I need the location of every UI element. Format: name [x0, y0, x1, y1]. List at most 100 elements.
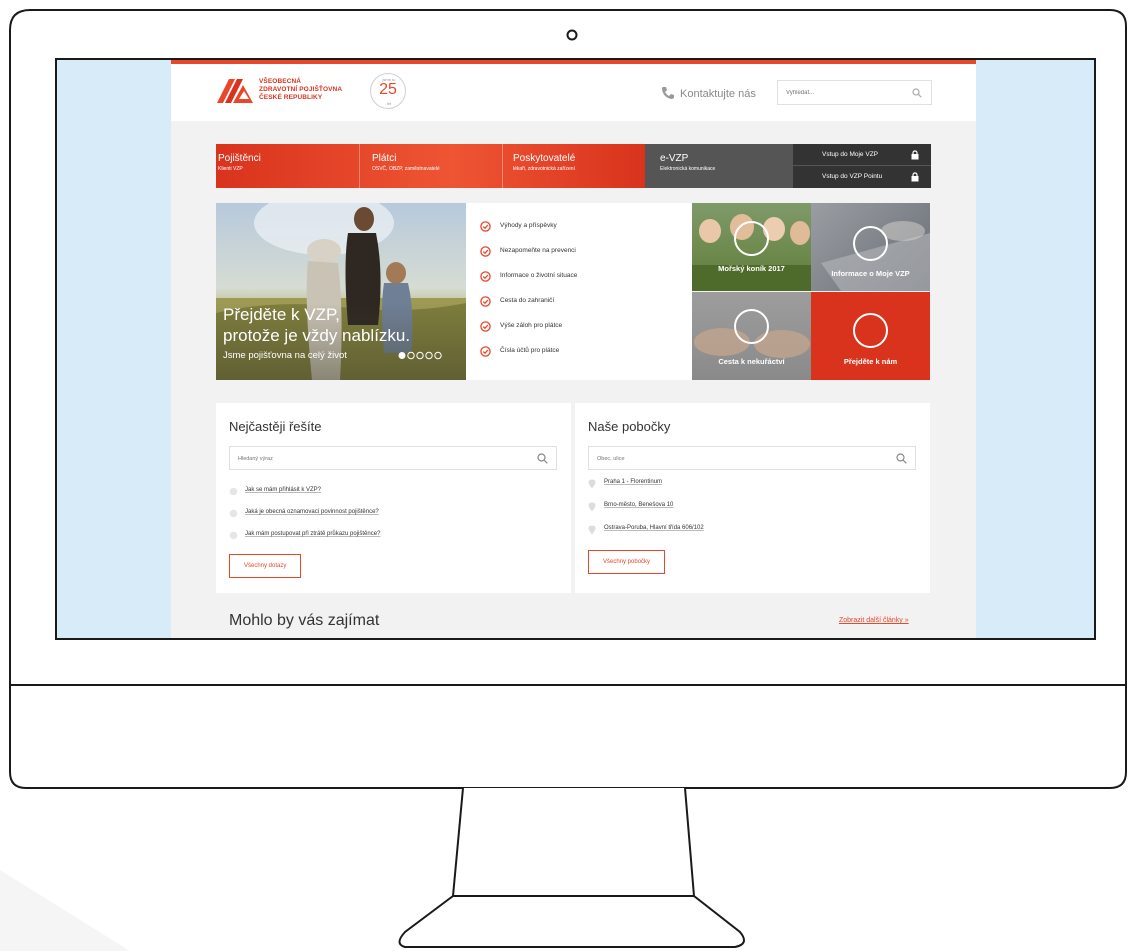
- tile-nekuractvi[interactable]: Cesta k nekuřáctví: [692, 292, 811, 380]
- faq-search-input[interactable]: [230, 448, 510, 470]
- all-branches-button[interactable]: Všechny pobočky: [588, 550, 666, 574]
- check-circle-icon: [480, 246, 491, 257]
- quick-link-label: Informace o životní situace: [500, 272, 578, 279]
- tile-caption: Přejděte k nám: [843, 357, 898, 366]
- logo-line: ČESKÉ REPUBLIKY: [259, 94, 323, 101]
- slider-dot: [434, 351, 442, 360]
- lock-icon: [911, 150, 919, 160]
- hero-slider[interactable]: Přejděte k VZP, protože je vždy nablízku…: [216, 203, 466, 380]
- articles-title: Mohlo by vás zajímat: [229, 612, 380, 629]
- nav-item-subtitle: Klienti VZP: [218, 166, 243, 172]
- nav-item-e-vzp[interactable]: e-VZP Elektronická komunikace: [645, 144, 793, 188]
- nav-item-title: Pojištěnci: [218, 153, 261, 164]
- promo-tiles: Mořský koník 2017 Informace o Moje VZP C…: [692, 203, 930, 380]
- no-smoking-icon: [734, 309, 769, 344]
- quick-link-label: Výše záloh pro plátce: [500, 322, 563, 329]
- question-circle-icon: [229, 509, 238, 518]
- seahorse-icon: [734, 221, 769, 256]
- branches-search: [588, 446, 916, 470]
- location-pin-icon: [588, 479, 596, 489]
- quick-link-label: Čísla účtů pro plátce: [500, 347, 560, 354]
- nav-item-pojistenci[interactable]: Pojištěnci Klienti VZP: [216, 144, 359, 188]
- slider-dot: [407, 351, 415, 360]
- more-articles-link[interactable]: Zobrazit další články »: [839, 617, 909, 624]
- location-pin-icon: [588, 525, 596, 535]
- check-circle-icon: [480, 296, 491, 307]
- site-header: VŠEOBECNÁ ZDRAVOTNÍ POJIŠŤOVNA ČESKÉ REP…: [171, 64, 976, 121]
- slider-dot: [416, 351, 424, 360]
- lock-icon: [911, 172, 919, 182]
- monitor-screen: VŠEOBECNÁ ZDRAVOTNÍ POJIŠŤOVNA ČESKÉ REP…: [57, 60, 1094, 638]
- nav-item-subtitle: lékaři, zdravotnická zařízení: [513, 166, 575, 172]
- question-circle-icon: [229, 531, 238, 540]
- branches-search-input[interactable]: [589, 448, 869, 470]
- check-circle-icon: [480, 271, 491, 282]
- tile-caption: Mořský koník 2017: [718, 264, 785, 273]
- tile-morsky-konik[interactable]: Mořský koník 2017: [692, 203, 811, 291]
- camera-icon: [566, 29, 578, 41]
- anniversary-badge: jsme tu 25 let: [370, 73, 406, 109]
- check-circle-icon: [480, 346, 491, 357]
- search-icon[interactable]: [896, 453, 907, 464]
- slider-dot: [425, 351, 433, 360]
- site-search: [777, 80, 932, 105]
- user-icon: [853, 226, 888, 261]
- search-icon[interactable]: [912, 88, 922, 98]
- nav-item-title: Poskytovatelé: [513, 153, 576, 164]
- login-vzp-point-button[interactable]: Vstup do VZP Pointu: [793, 166, 931, 188]
- webpage: VŠEOBECNÁ ZDRAVOTNÍ POJIŠŤOVNA ČESKÉ REP…: [171, 60, 976, 638]
- tile-caption: Informace o Moje VZP: [831, 269, 910, 278]
- quick-link-label: Výhody a příspěvky: [500, 222, 557, 229]
- nav-item-subtitle: OSVČ, OBZP, zaměstnavatelé: [372, 166, 440, 172]
- hero-headline-line: protože je vždy nablízku.: [223, 326, 411, 345]
- hero-subline: Jsme pojišťovna na celý život: [223, 350, 347, 361]
- login-label: Vstup do Moje VZP: [822, 151, 878, 158]
- quick-link-label: Nezapomeňte na prevenci: [500, 247, 576, 254]
- faq-question: Jaká je obecná oznamovací povinnost poji…: [245, 509, 379, 515]
- phone-icon[interactable]: [661, 86, 675, 100]
- tile-prejdete[interactable]: Přejděte k nám: [811, 292, 930, 380]
- hero-headline: Přejděte k VZP, protože je vždy nablízku…: [223, 304, 410, 346]
- quick-link-label: Cesta do zahraničí: [500, 297, 555, 304]
- anniversary-top-text: jsme tu: [382, 77, 396, 82]
- site-search-input[interactable]: [778, 81, 898, 105]
- hero-headline-line: Přejděte k VZP,: [223, 305, 340, 324]
- slider-pagination[interactable]: [398, 351, 442, 360]
- monitor-mockup: VŠEOBECNÁ ZDRAVOTNÍ POJIŠŤOVNA ČESKÉ REP…: [0, 0, 1128, 951]
- login-label: Vstup do VZP Pointu: [822, 173, 883, 180]
- search-icon[interactable]: [537, 453, 548, 464]
- logo-line: VŠEOBECNÁ: [259, 78, 302, 85]
- tile-moje-vzp[interactable]: Informace o Moje VZP: [811, 203, 930, 291]
- nav-item-platci[interactable]: Plátci OSVČ, OBZP, zaměstnavatelé: [359, 144, 502, 188]
- branches-panel: Naše pobočky Praha 1 - Florentinum Brno-…: [575, 403, 930, 593]
- faq-question: Jak mám postupovat při ztrátě průkazu po…: [245, 531, 381, 537]
- contact-link[interactable]: Kontaktujte nás: [680, 88, 756, 100]
- login-moje-vzp-button[interactable]: Vstup do Moje VZP: [793, 144, 931, 166]
- vzp-logo-icon[interactable]: [217, 79, 253, 103]
- tile-caption: Cesta k nekuřáctví: [718, 357, 785, 366]
- slider-dot: [398, 352, 406, 359]
- branches-title: Naše pobočky: [588, 419, 671, 434]
- thumbs-up-icon: [853, 313, 888, 348]
- branch-name: Brno-město, Benešova 10: [604, 502, 674, 508]
- nav-item-subtitle: Elektronická komunikace: [660, 166, 716, 172]
- nav-item-poskytovatele[interactable]: Poskytovatelé lékaři, zdravotnická zaříz…: [502, 144, 645, 188]
- nav-item-title: Plátci: [372, 153, 397, 164]
- main-navigation: Pojištěnci Klienti VZP Plátci OSVČ, OBZP…: [216, 144, 931, 188]
- all-questions-button[interactable]: Všechny dotazy: [229, 554, 302, 578]
- quick-links-panel: Výhody a příspěvky Nezapomeňte na preven…: [466, 203, 692, 380]
- check-circle-icon: [480, 221, 491, 232]
- anniversary-number: 25: [379, 81, 397, 98]
- logo-wordmark[interactable]: VŠEOBECNÁ ZDRAVOTNÍ POJIŠŤOVNA ČESKÉ REP…: [259, 78, 342, 102]
- question-circle-icon: [229, 487, 238, 496]
- check-circle-icon: [480, 321, 491, 332]
- faq-title: Nejčastěji řešíte: [229, 419, 322, 434]
- branch-name: Praha 1 - Florentinum: [604, 479, 663, 485]
- faq-panel: Nejčastěji řešíte Jak se mám přihlásit k…: [216, 403, 571, 593]
- location-pin-icon: [588, 502, 596, 512]
- nav-item-title: e-VZP: [660, 153, 689, 164]
- faq-question: Jak se mám přihlásit k VZP?: [245, 487, 322, 493]
- logo-line: ZDRAVOTNÍ POJIŠŤOVNA: [259, 86, 343, 93]
- branch-name: Ostrava-Poruba, Hlavní třída 606/102: [604, 525, 704, 531]
- anniversary-bottom-text: let: [386, 101, 392, 106]
